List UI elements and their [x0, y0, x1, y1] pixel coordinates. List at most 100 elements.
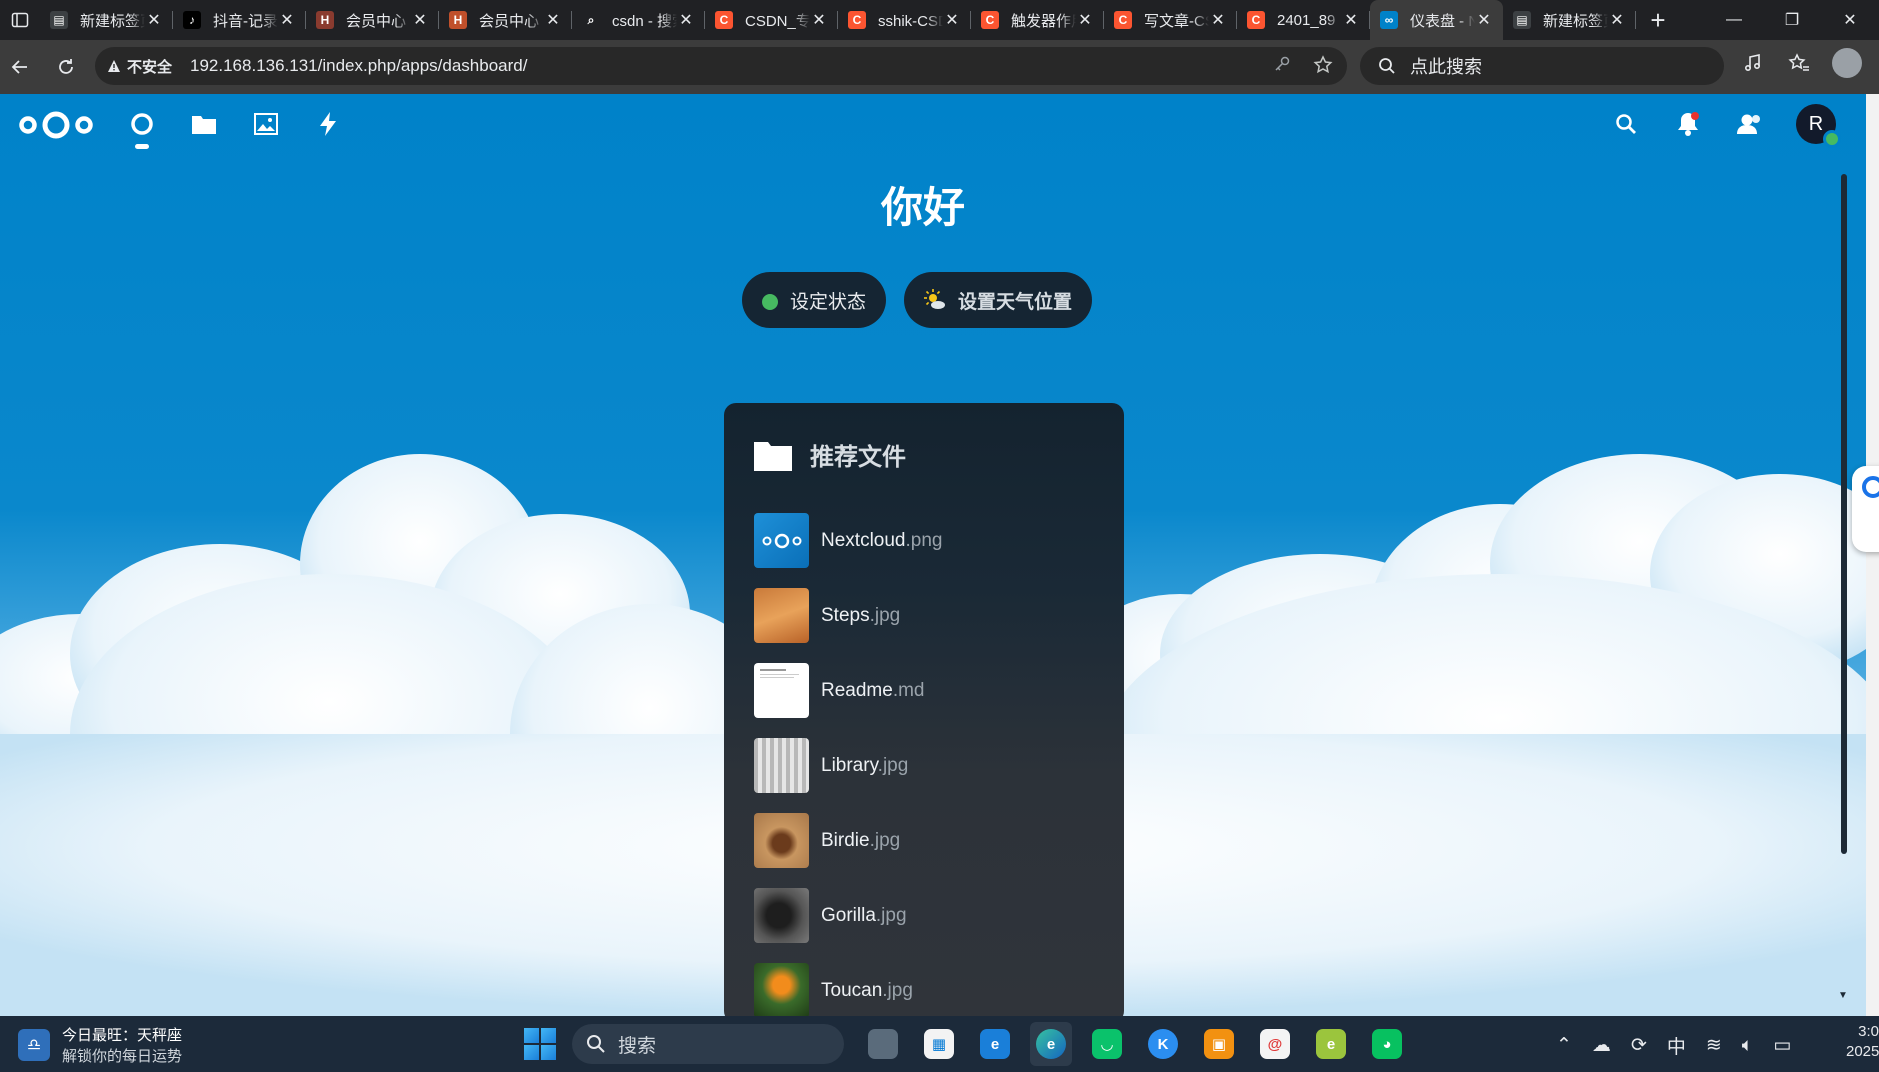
notifications-bell-icon[interactable] [1672, 104, 1704, 144]
csdn-favicon-icon: C [1247, 11, 1265, 29]
media-music-icon[interactable] [1740, 50, 1766, 76]
tab-close-icon[interactable]: ✕ [544, 10, 562, 30]
shopping-bag-icon[interactable]: ◡ [1086, 1022, 1128, 1066]
tab-close-icon[interactable]: ✕ [677, 10, 695, 30]
browser-tab[interactable]: ♪ 抖音-记录美好生活✕ [173, 0, 306, 40]
tab-close-icon[interactable]: ✕ [278, 10, 296, 30]
widget-title: 推荐文件 [810, 444, 906, 471]
browser-search-box[interactable]: 点此搜索 [1360, 47, 1724, 85]
sync-icon[interactable]: ⟳ [1631, 1034, 1647, 1057]
tab-close-icon[interactable]: ✕ [411, 10, 429, 30]
activity-app-icon[interactable] [312, 108, 344, 140]
ie-folder-icon[interactable]: e [1310, 1022, 1352, 1066]
maximize-button[interactable]: ❐ [1763, 0, 1821, 40]
favorite-star-icon[interactable] [1313, 55, 1333, 80]
tab-close-icon[interactable]: ✕ [1475, 10, 1493, 30]
k-app-icon[interactable]: K [1142, 1022, 1184, 1066]
file-item[interactable]: Steps.jpg [754, 578, 942, 653]
recommended-file-list: Nextcloud.png Steps.jpg Readme.md Library.j… [754, 503, 942, 1016]
battery-icon[interactable]: ▭ [1773, 1034, 1791, 1057]
close-window-button[interactable]: ✕ [1821, 0, 1879, 40]
nextcloud-logo[interactable] [18, 108, 94, 147]
reload-button[interactable] [46, 47, 86, 87]
browser-tab[interactable]: ▤ 新建标签页✕ [1503, 0, 1636, 40]
nextcloud-thumbnail [754, 513, 809, 568]
taskbar-clock[interactable]: 3:0 2025/1 [1846, 1022, 1879, 1062]
unified-search-icon[interactable] [1610, 104, 1642, 144]
file-item[interactable]: Toucan.jpg [754, 953, 942, 1016]
snail-app-icon[interactable]: @ [1254, 1022, 1296, 1066]
file-name: Library.jpg [821, 755, 908, 777]
set-status-button[interactable]: 设定状态 [742, 272, 887, 328]
onedrive-cloud-icon[interactable]: ☁ [1592, 1034, 1611, 1057]
browser-tab[interactable]: ∞ 仪表盘 - Nextcloud✕ [1370, 0, 1503, 40]
tab-close-icon[interactable]: ✕ [1608, 10, 1626, 30]
tab-close-icon[interactable]: ✕ [1076, 10, 1094, 30]
profile-avatar[interactable] [1832, 48, 1862, 78]
browser-tab[interactable]: C CSDN_专业开发者社区✕ [705, 0, 838, 40]
address-bar[interactable]: 不安全 192.168.136.131/index.php/apps/dashb… [95, 47, 1347, 85]
new-tab-button[interactable]: + [1636, 0, 1680, 40]
file-item[interactable]: Gorilla.jpg [754, 878, 942, 953]
browser-tab[interactable]: C 触发器作用✕ [971, 0, 1104, 40]
tab-list: ▤新建标签页✕♪抖音-记录美好生活✕H会员中心✕H会员中心✕⌕csdn - 搜索… [40, 0, 1636, 40]
tab-close-icon[interactable]: ✕ [145, 10, 163, 30]
browser-tab[interactable]: C 2401_89 ✕ [1237, 0, 1370, 40]
user-avatar[interactable]: R [1796, 104, 1841, 148]
tab-close-icon[interactable]: ✕ [810, 10, 828, 30]
tab-actions-icon[interactable] [0, 0, 40, 40]
browser-tab[interactable]: H 会员中心 ✕ [306, 0, 439, 40]
files-app-icon[interactable] [188, 108, 220, 140]
widgets-button[interactable]: ♎ 今日最旺：天秤座 解锁你的每日运势 [18, 1024, 182, 1066]
clock-date: 2025/1 [1846, 1043, 1879, 1060]
favorites-icon[interactable] [1786, 50, 1812, 76]
file-name: Birdie.jpg [821, 830, 900, 852]
browser-tab[interactable]: ▤ 新建标签页✕ [40, 0, 173, 40]
ime-indicator[interactable]: 中 [1667, 1032, 1686, 1059]
edge-ai-icon[interactable]: e [974, 1022, 1016, 1066]
copilot-float-button[interactable] [1852, 466, 1879, 552]
steps-thumbnail [754, 588, 809, 643]
show-hidden-icons-chevron-icon[interactable]: ⌃ [1556, 1034, 1572, 1057]
tab-close-icon[interactable]: ✕ [943, 10, 961, 30]
browser-tab[interactable]: C 写文章-CSDN✕ [1104, 0, 1237, 40]
wechat-icon[interactable]: ◕ [1366, 1022, 1408, 1066]
photos-app-icon[interactable] [250, 108, 282, 140]
file-item[interactable]: Library.jpg [754, 728, 942, 803]
speaker-icon[interactable]: 🔈︎ [1742, 1035, 1753, 1057]
browser-tab[interactable]: ⌕ csdn - 搜索✕ [572, 0, 705, 40]
contacts-icon[interactable] [1734, 104, 1766, 144]
start-windows-icon[interactable] [524, 1028, 556, 1060]
wifi-icon[interactable]: ≋ [1706, 1034, 1722, 1057]
back-button[interactable] [0, 47, 40, 87]
file-name: Readme.md [821, 680, 925, 702]
browser-tab[interactable]: H 会员中心 ✕ [439, 0, 572, 40]
browser-tab[interactable]: Csshik-CSDN博客✕ [838, 0, 971, 40]
tab-close-icon[interactable]: ✕ [1209, 10, 1227, 30]
edge-browser-icon[interactable]: e [1030, 1022, 1072, 1066]
taskbar-search[interactable]: 搜索 [572, 1024, 844, 1064]
microsoft-store-icon[interactable]: ▦ [918, 1022, 960, 1066]
scroll-down-arrow-icon[interactable]: ▼ [1838, 990, 1848, 1001]
app-menu [126, 108, 344, 149]
greeting-title: 你好 [880, 184, 965, 231]
tab-title: 仪表盘 - Nextcloud [1410, 12, 1475, 30]
taskbar-search-label: 搜索 [618, 1035, 657, 1057]
key-icon[interactable] [1273, 55, 1291, 80]
task-view-icon[interactable] [862, 1022, 904, 1066]
vmware-icon[interactable]: ▣ [1198, 1022, 1240, 1066]
file-item[interactable]: Nextcloud.png [754, 503, 942, 578]
url-text[interactable]: 192.168.136.131/index.php/apps/dashboard… [190, 56, 527, 76]
file-item[interactable]: Birdie.jpg [754, 803, 942, 878]
minimize-button[interactable]: — [1705, 0, 1763, 40]
file-extension: .jpg [869, 604, 901, 626]
page-scrollbar-thumb[interactable] [1841, 174, 1847, 854]
file-item[interactable]: Readme.md [754, 653, 942, 728]
tab-close-icon[interactable]: ✕ [1342, 10, 1360, 30]
set-weather-location-button[interactable]: 设置天气位置 [904, 272, 1093, 328]
widget-line-1: 今日最旺：天秤座 [62, 1027, 183, 1044]
file-basename: Gorilla [821, 904, 876, 926]
not-secure-indicator[interactable]: 不安全 [107, 56, 172, 77]
dashboard-app-icon[interactable] [126, 108, 158, 149]
csdn-favicon-icon: C [715, 11, 733, 29]
